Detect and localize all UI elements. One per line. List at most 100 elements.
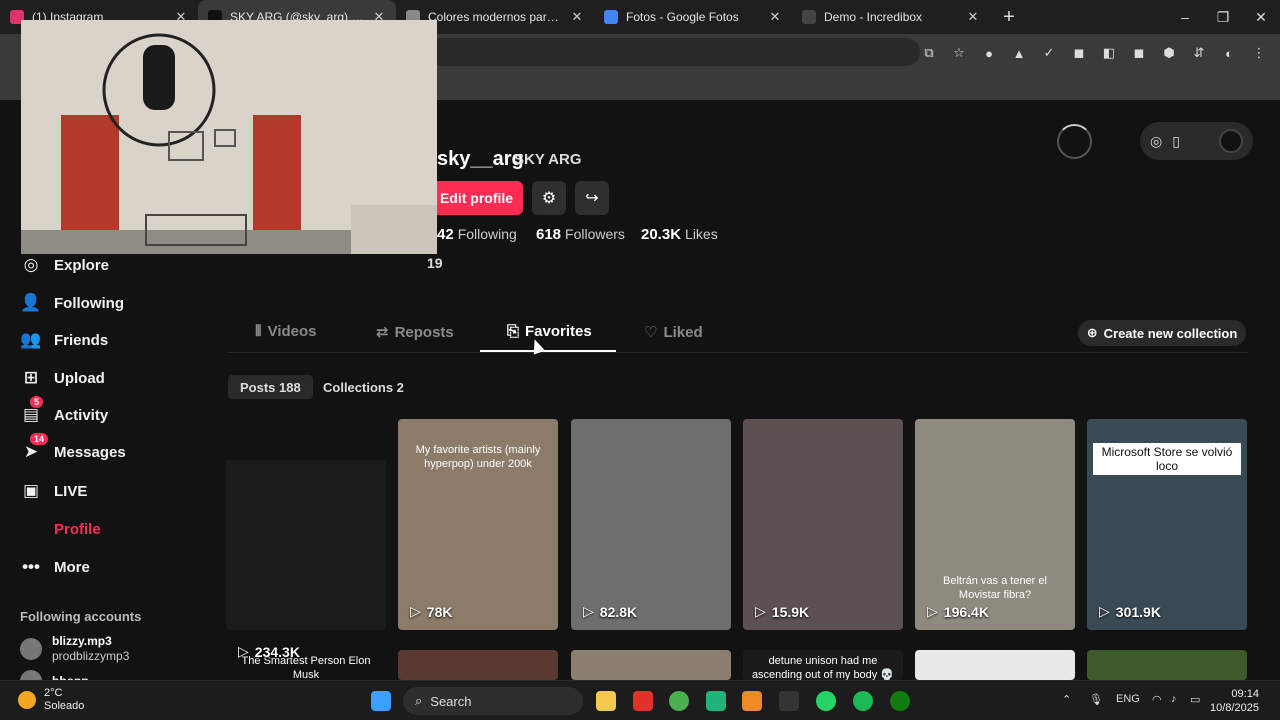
- sidebar-item-label: Activity: [54, 406, 109, 424]
- live-app-icon[interactable]: [779, 691, 799, 711]
- play-icon: ▷: [583, 603, 594, 619]
- extension-icon[interactable]: ⋮: [1250, 44, 1268, 62]
- extension-icon[interactable]: ◼: [1130, 44, 1148, 62]
- windows-start-icon[interactable]: [371, 691, 391, 711]
- video-caption: Beltrán vas a tener el Movistar fibra?: [943, 575, 1047, 601]
- close-icon[interactable]: ✕: [570, 9, 584, 25]
- avatar[interactable]: [1219, 129, 1243, 153]
- taskbar-search[interactable]: ⌕ Search: [403, 687, 583, 715]
- extension-icon[interactable]: ◐: [1220, 44, 1238, 62]
- app-icon-red[interactable]: [633, 691, 653, 711]
- system-clock[interactable]: 09:14 10/8/2025: [1210, 687, 1259, 715]
- create-collection-button[interactable]: ⊕ Create new collection: [1078, 320, 1246, 346]
- windows-taskbar: 2°C Soleado ⌕ Search ⌃ 🎙 ENG ◠ ♪ ▭ 09:14 10…: [0, 680, 1280, 720]
- following-accounts-header: Following accounts: [20, 609, 142, 624]
- sidebar-item-following[interactable]: 👤 Following: [20, 292, 124, 314]
- profile-username: sky__arg: [437, 148, 524, 170]
- chevron-up-icon[interactable]: ⌃: [1062, 693, 1071, 706]
- tab-favorites[interactable]: ⎘ Favorites: [507, 323, 592, 340]
- live-icon: ▣: [20, 480, 42, 502]
- sidebar-item-explore[interactable]: ◎ Explore: [20, 254, 109, 276]
- view-count: 15.9K: [771, 603, 810, 620]
- whatsapp-icon[interactable]: [816, 691, 836, 711]
- account-text: blizzy.mp3 prodblizzymp3: [52, 634, 129, 664]
- search-icon: ⌕: [415, 693, 423, 708]
- extension-icon[interactable]: ✓: [1040, 44, 1058, 62]
- tab-liked[interactable]: ♡ Liked: [644, 323, 703, 342]
- browser-tab-3[interactable]: Fotos - Google Fotos ✕: [594, 0, 792, 34]
- spotify-icon[interactable]: [853, 691, 873, 711]
- phone-icon[interactable]: ▯: [1172, 133, 1180, 150]
- edit-profile-button[interactable]: Edit profile: [430, 181, 523, 215]
- sidebar-item-label: Messages: [54, 443, 126, 461]
- volume-icon[interactable]: ♪: [1171, 693, 1177, 705]
- video-caption: Microsoft Store se volvió loco: [1093, 443, 1241, 475]
- extension-icon[interactable]: ◧: [1100, 44, 1118, 62]
- top-right-controls[interactable]: ◎ ▯: [1140, 122, 1253, 160]
- file-explorer-icon[interactable]: [596, 691, 616, 711]
- battery-icon[interactable]: ▭: [1190, 693, 1200, 706]
- followers-stat[interactable]: 618 Followers: [536, 226, 625, 243]
- video-caption: My favorite artists (mainly hyperpop) un…: [415, 444, 541, 470]
- compass-icon[interactable]: ◎: [1150, 133, 1162, 150]
- video-card[interactable]: Microsoft Store se volvió loco ▷ 301.9K: [1087, 419, 1247, 630]
- share-button[interactable]: ↪: [575, 181, 609, 215]
- extension-icon[interactable]: ⇵: [1190, 44, 1208, 62]
- video-card[interactable]: detune unison had me ascending out of my…: [743, 650, 903, 680]
- tab-videos[interactable]: ⦀ Videos: [255, 323, 317, 340]
- microphone-icon[interactable]: 🎙: [1089, 693, 1103, 706]
- language-indicator[interactable]: ENG: [1116, 693, 1140, 705]
- microphone: [143, 45, 175, 110]
- extension-icon[interactable]: ▲: [1010, 44, 1028, 62]
- video-card[interactable]: ▷ 234.3K: [226, 460, 386, 660]
- app-icon-green[interactable]: [706, 691, 726, 711]
- window-control-2[interactable]: ✕: [1242, 9, 1280, 26]
- subtab-collections[interactable]: Collections 2: [311, 375, 416, 399]
- new-tab-button[interactable]: +: [996, 6, 1022, 29]
- video-card[interactable]: [571, 650, 731, 680]
- window-control-0[interactable]: –: [1166, 9, 1204, 25]
- sidebar-item-label: LIVE: [54, 482, 88, 500]
- fl-studio-icon[interactable]: [742, 691, 762, 711]
- sidebar-item-upload[interactable]: ⊞ Upload: [20, 367, 105, 389]
- extension-icon[interactable]: ●: [980, 44, 998, 62]
- sidebar-item-profile[interactable]: Profile: [20, 518, 101, 540]
- weather-widget[interactable]: 2°C Soleado: [18, 687, 84, 713]
- browser-tab-4[interactable]: Demo - Incredibox ✕: [792, 0, 990, 34]
- window-control-1[interactable]: ❐: [1204, 9, 1242, 26]
- tab-reposts[interactable]: ⇄ Reposts: [376, 323, 454, 342]
- video-card[interactable]: ▷ 82.8K: [571, 419, 731, 630]
- webcam-overlay[interactable]: [21, 20, 437, 254]
- view-count: 301.9K: [1115, 603, 1161, 620]
- video-caption: detune unison had me ascending out of my…: [751, 655, 895, 680]
- wifi-icon[interactable]: ◠: [1152, 693, 1162, 706]
- close-icon[interactable]: ✕: [768, 9, 782, 25]
- sidebar-item-live[interactable]: ▣ LIVE: [20, 480, 87, 502]
- xbox-icon[interactable]: [890, 691, 910, 711]
- friends-icon-glyph: 👥: [20, 330, 42, 349]
- video-card[interactable]: My favorite artists (mainly hyperpop) un…: [398, 419, 558, 630]
- sidebar-item-friends[interactable]: 👥 Friends: [20, 329, 108, 351]
- sidebar-item-messages[interactable]: ➤ 14 Messages: [20, 433, 126, 463]
- extension-icon[interactable]: ⧉: [920, 44, 938, 62]
- settings-button[interactable]: ⚙: [532, 181, 566, 215]
- video-card[interactable]: [1087, 650, 1247, 680]
- live-icon-glyph: ▣: [22, 481, 40, 500]
- video-card[interactable]: Beltrán vas a tener el Movistar fibra? ▷ 1…: [915, 419, 1075, 630]
- following-stat[interactable]: 42 Following: [437, 226, 517, 243]
- sidebar-item-more[interactable]: ••• More: [20, 556, 90, 578]
- chrome-icon[interactable]: [669, 691, 689, 711]
- bookmark-icon: ⎘: [507, 323, 520, 340]
- tab-label: Liked: [663, 323, 703, 341]
- sidebar-item-activity[interactable]: ▤ 5 Activity: [20, 396, 109, 426]
- following-account[interactable]: blizzy.mp3 prodblizzymp3: [20, 634, 129, 664]
- close-icon[interactable]: ✕: [966, 9, 980, 25]
- compass-icon: ◎: [20, 254, 42, 276]
- video-card[interactable]: ▷ 15.9K: [743, 419, 903, 630]
- extension-icon[interactable]: ◼: [1070, 44, 1088, 62]
- extension-icon[interactable]: ⬢: [1160, 44, 1178, 62]
- subtab-posts[interactable]: Posts 188: [228, 375, 313, 399]
- video-card[interactable]: [915, 650, 1075, 680]
- extension-icon[interactable]: ☆: [950, 44, 968, 62]
- video-card[interactable]: [398, 650, 558, 680]
